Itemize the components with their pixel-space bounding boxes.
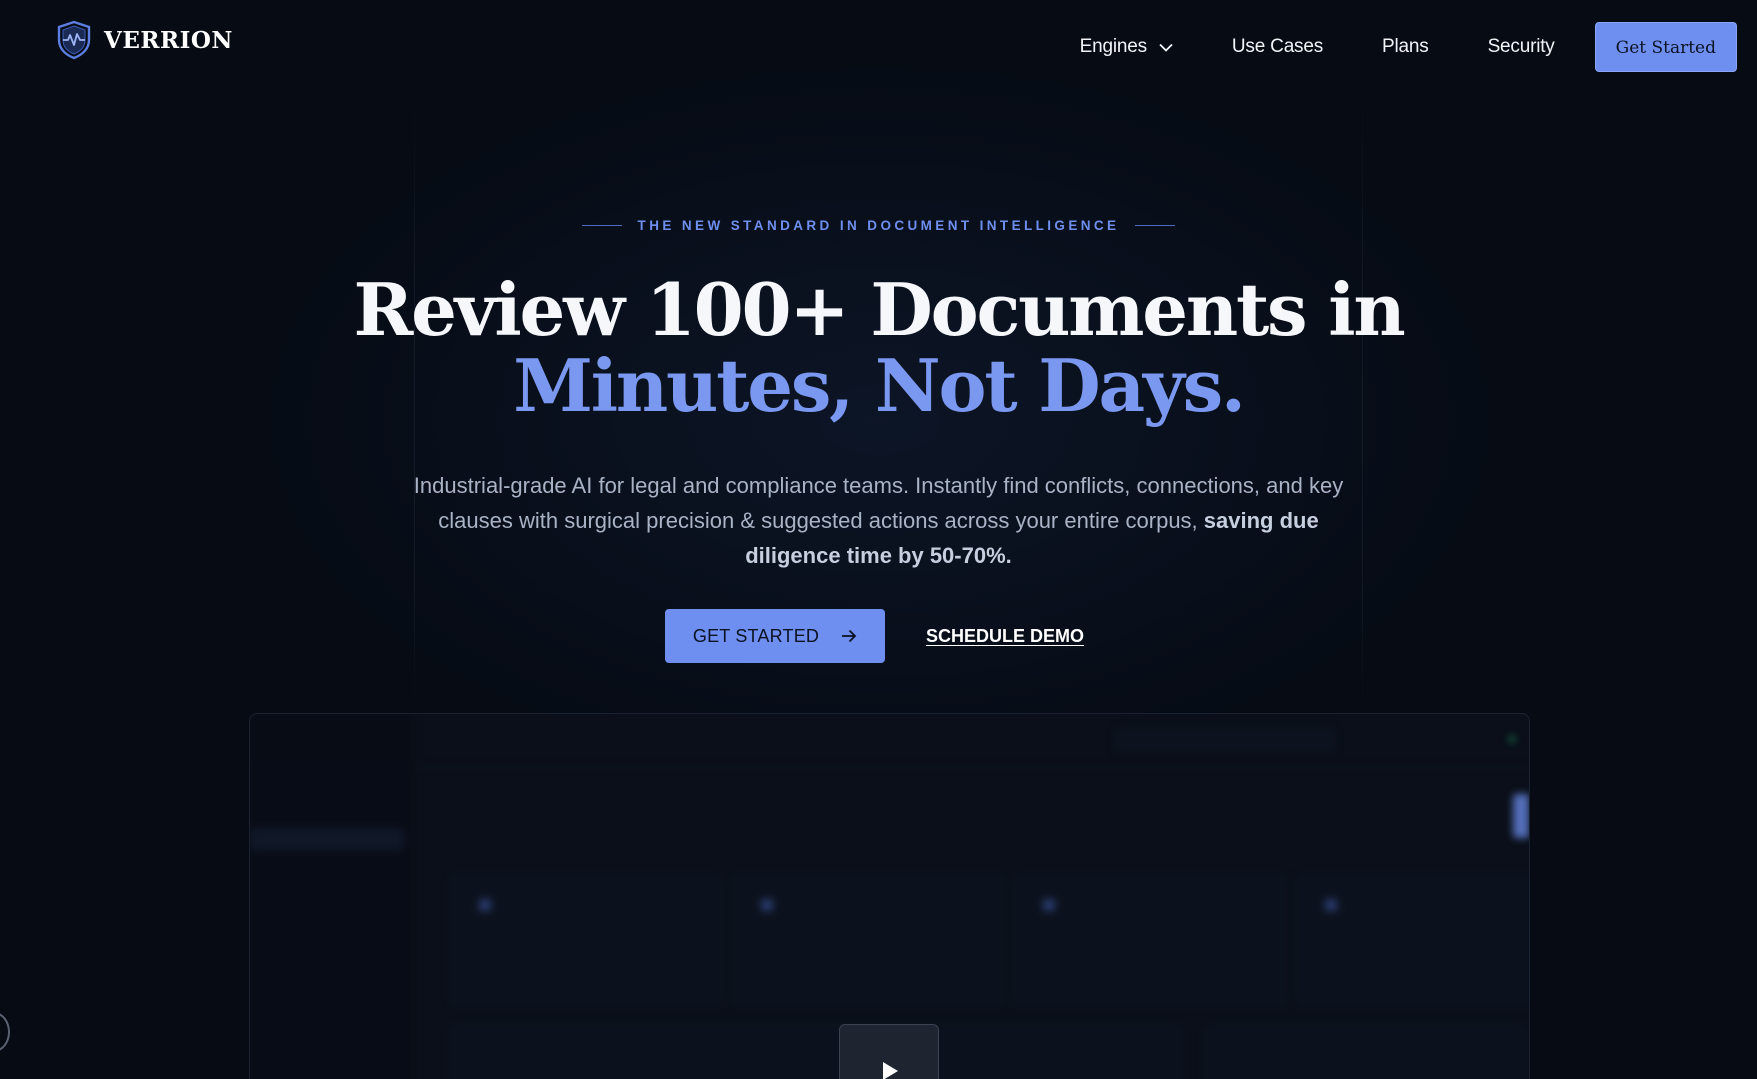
scroll-edge-handle[interactable]: [0, 1012, 10, 1052]
landing-page: VERRION Engines Use Cases Plans Security…: [0, 0, 1757, 1079]
hero-headline: Review 100+ Documents in Minutes, Not Da…: [0, 272, 1757, 424]
nav-item-use-cases[interactable]: Use Cases: [1232, 36, 1323, 58]
schedule-demo-link[interactable]: SCHEDULE DEMO: [926, 626, 1084, 647]
preview-topbar: [415, 714, 1529, 767]
preview-stat-cards: [450, 874, 1529, 1006]
preview-stat-card: [450, 874, 722, 1006]
get-started-nav-button[interactable]: Get Started: [1594, 22, 1737, 72]
preview-nav-item: [256, 860, 410, 882]
eyebrow-rule-left: [581, 225, 622, 226]
brand-name: VERRION: [104, 26, 233, 54]
preview-nav-item: [256, 1006, 410, 1028]
hero-eyebrow: THE NEW STANDARD IN DOCUMENT INTELLIGENC…: [0, 218, 1757, 233]
stat-icon: [479, 899, 491, 911]
preview-nav-item: [256, 924, 410, 946]
brand-home-link[interactable]: VERRION: [56, 20, 233, 60]
preview-nav-item: [256, 974, 410, 996]
preview-stat-card: [1014, 874, 1286, 1006]
get-started-label: GET STARTED: [692, 625, 820, 646]
eyebrow-rule-right: [1135, 225, 1176, 226]
play-icon: [883, 1062, 898, 1079]
top-navigation: VERRION Engines Use Cases Plans Security…: [0, 0, 1757, 80]
nav-links: Engines Use Cases Plans Security Get Sta…: [1080, 22, 1737, 72]
headline-line-1: Review 100+ Documents in: [353, 267, 1405, 352]
get-started-button[interactable]: GET STARTED: [665, 609, 885, 663]
nav-item-label: Engines: [1079, 36, 1147, 57]
eyebrow-text: THE NEW STANDARD IN DOCUMENT INTELLIGENC…: [637, 218, 1120, 233]
hero-cta-row: GET STARTED SCHEDULE DEMO: [665, 609, 1084, 663]
preview-nav-item: [256, 892, 410, 914]
preview-stat-card: [1296, 874, 1529, 1006]
preview-stat-card: [732, 874, 1004, 1006]
headline-line-2: Minutes, Not Days.: [513, 343, 1246, 428]
preview-status: [1509, 734, 1521, 745]
preview-search: [1115, 728, 1335, 752]
stat-icon: [1043, 899, 1055, 911]
stat-icon: [761, 899, 773, 911]
preview-nav-item: [256, 796, 410, 818]
stat-icon: [1325, 899, 1337, 911]
preview-sidebar: [250, 714, 416, 1079]
status-dot: [1509, 736, 1515, 742]
nav-item-engines[interactable]: Engines: [1080, 36, 1173, 58]
preview-breadcrumb: [445, 734, 463, 746]
preview-panel: [450, 1024, 1182, 1079]
preview-panel: [1205, 1024, 1527, 1079]
hero-subcopy: Industrial-grade AI for legal and compli…: [400, 468, 1357, 573]
preview-nav-item-active: [250, 828, 404, 850]
shield-heartbeat-icon: [57, 20, 91, 60]
chevron-down-icon: [1159, 43, 1173, 52]
arrow-right-icon: [842, 629, 857, 643]
preview-nav: [250, 786, 410, 1038]
nav-item-security[interactable]: Security: [1488, 36, 1555, 58]
preview-edge-button: [1513, 794, 1529, 838]
nav-item-plans[interactable]: Plans: [1382, 36, 1429, 58]
play-video-button[interactable]: [839, 1024, 939, 1079]
